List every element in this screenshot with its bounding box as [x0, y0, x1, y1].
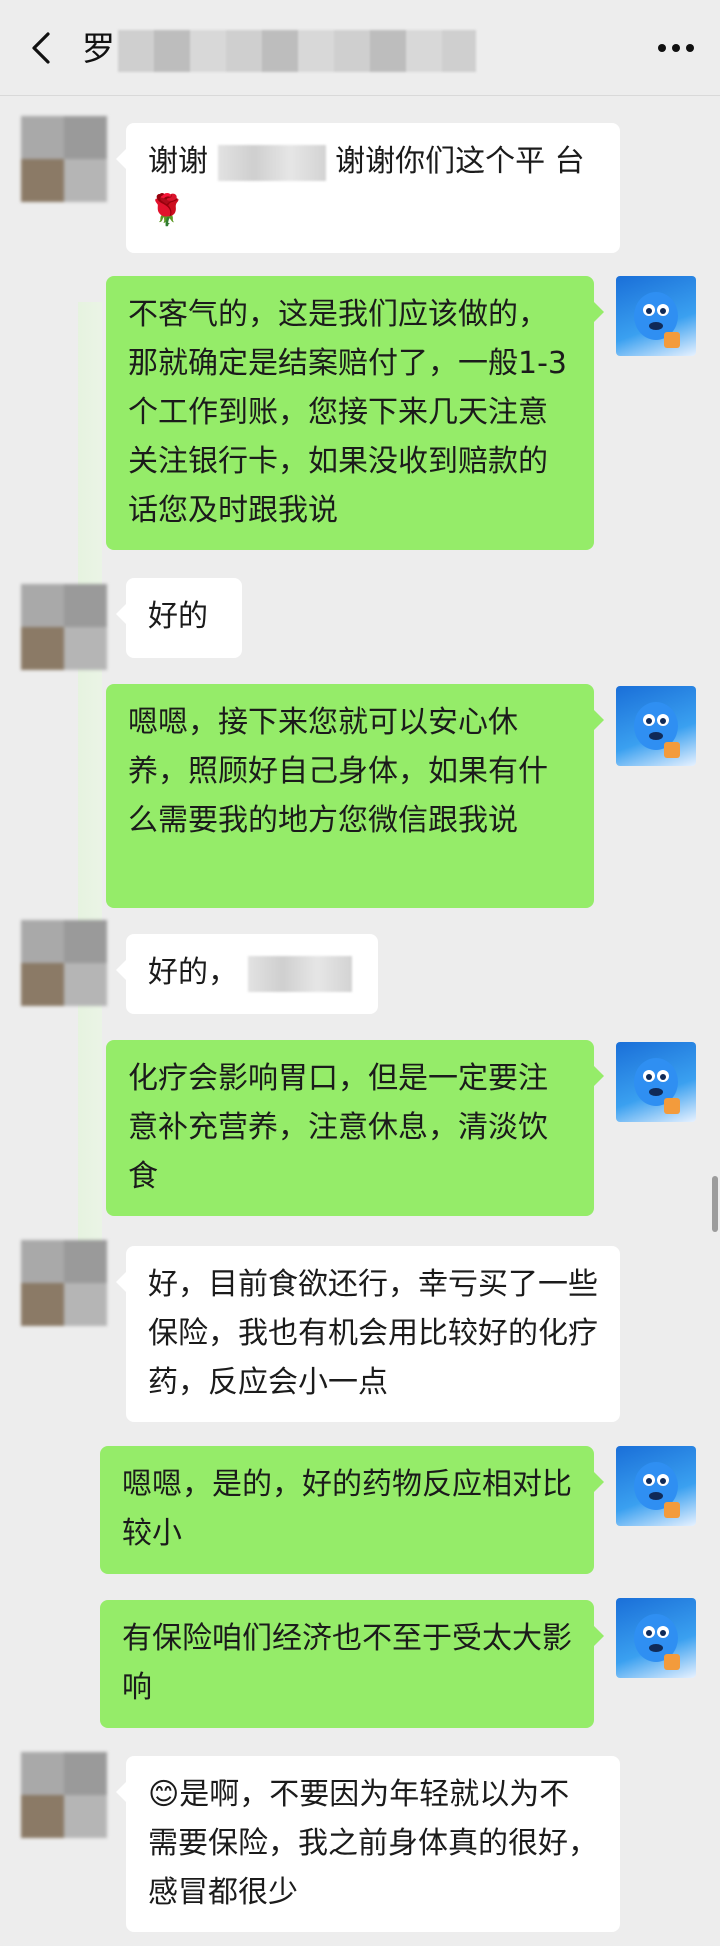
decorative-strip	[78, 302, 102, 1312]
avatar-contact[interactable]	[21, 584, 107, 670]
message-bubble[interactable]: 不客气的，这是我们应该做的，那就确定是结案赔付了，一般1-3个工作到账，您接下来…	[106, 276, 604, 550]
redacted-name	[118, 30, 476, 72]
avatar-contact[interactable]	[21, 1752, 107, 1838]
avatar-self[interactable]	[616, 1598, 696, 1678]
message-bubble[interactable]: 嗯嗯，接下来您就可以安心休养，照顾好自己身体，如果有什么需要我的地方您微信跟我说	[106, 684, 604, 908]
message-list[interactable]: 谢谢 谢谢你们这个平 台 🌹 不客气的，这是我们应该做的，那就确定是结案赔付了，…	[0, 96, 720, 1946]
avatar-contact[interactable]	[21, 116, 107, 202]
redacted-text	[247, 955, 352, 992]
smile-emoji: 😊	[148, 1777, 180, 1812]
redacted-text	[217, 144, 326, 181]
mascot-icon	[634, 292, 680, 348]
avatar-contact[interactable]	[21, 1240, 107, 1326]
message-text: 台	[554, 144, 585, 179]
message-bubble[interactable]: 谢谢 谢谢你们这个平 台 🌹	[116, 123, 620, 253]
message-bubble[interactable]: 好的，	[116, 934, 378, 1014]
avatar-self[interactable]	[616, 686, 696, 766]
avatar-self[interactable]	[616, 1446, 696, 1526]
scrollbar[interactable]	[712, 1176, 718, 1232]
chat-title: 罗	[82, 29, 115, 68]
message-bubble[interactable]: 嗯嗯，是的，好的药物反应相对比较小	[100, 1446, 604, 1574]
avatar-contact[interactable]	[21, 920, 107, 1006]
mascot-icon	[634, 702, 680, 758]
message-text: 是啊，不要因为年轻就以为不需要保险，我之前身体真的很好，感冒都很少	[148, 1777, 598, 1910]
message-bubble[interactable]: 好的	[116, 578, 242, 658]
message-bubble[interactable]: 有保险咱们经济也不至于受太大影响	[100, 1600, 604, 1728]
message-bubble[interactable]: 好，目前食欲还行，幸亏买了一些保险，我也有机会用比较好的化疗药，反应会小一点	[116, 1246, 620, 1422]
message-text: 好的，	[148, 955, 238, 990]
avatar-self[interactable]	[616, 276, 696, 356]
mascot-icon	[634, 1058, 680, 1114]
rose-emoji: 🌹	[148, 193, 186, 228]
chat-header: 罗	[0, 0, 720, 96]
more-dots-icon[interactable]	[652, 32, 700, 64]
message-bubble[interactable]: 😊是啊，不要因为年轻就以为不需要保险，我之前身体真的很好，感冒都很少	[116, 1756, 620, 1932]
message-text: 谢谢	[148, 144, 208, 179]
message-text: 谢谢你们这个平	[335, 144, 546, 179]
message-bubble[interactable]: 化疗会影响胃口，但是一定要注意补充营养，注意休息，清淡饮食	[106, 1040, 604, 1216]
mascot-icon	[634, 1614, 680, 1670]
avatar-self[interactable]	[616, 1042, 696, 1122]
mascot-icon	[634, 1462, 680, 1518]
back-icon[interactable]	[22, 28, 62, 68]
